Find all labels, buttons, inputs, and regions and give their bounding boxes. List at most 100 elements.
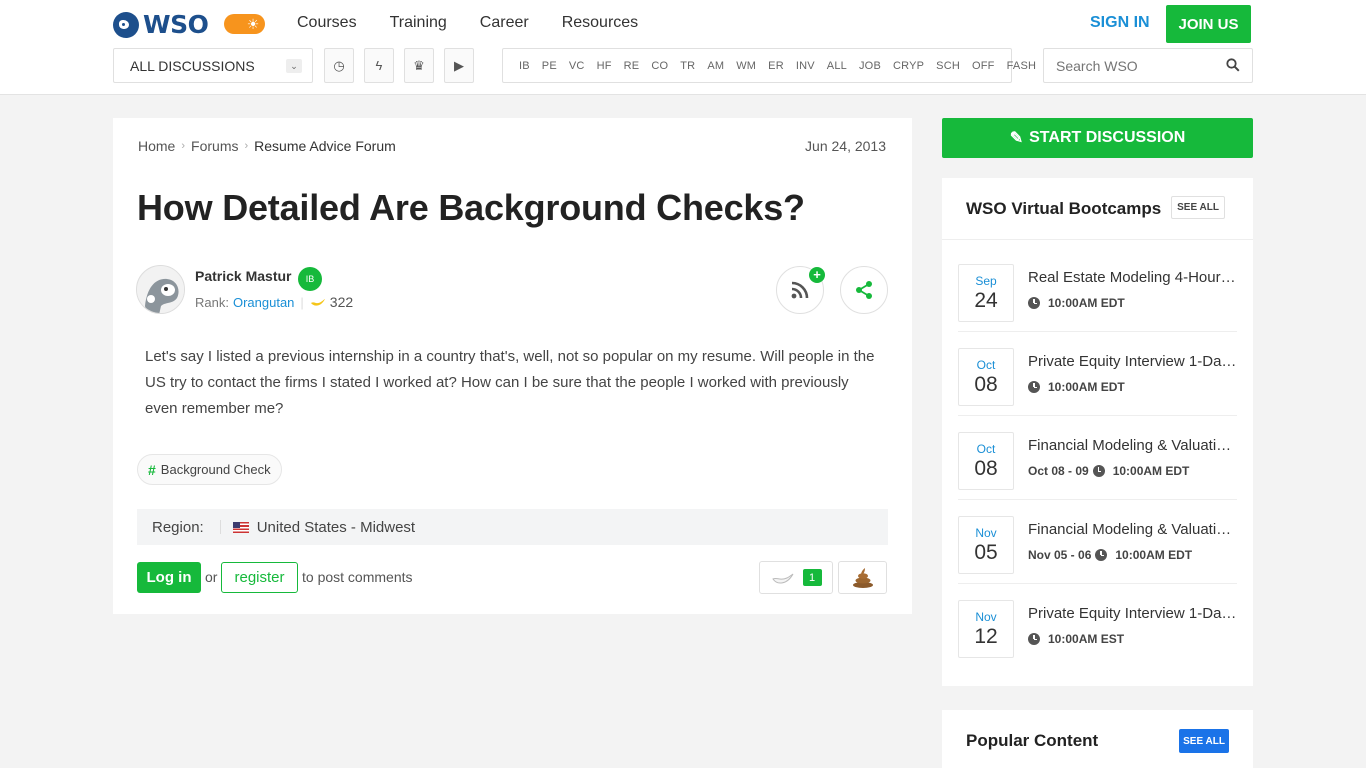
post-date: Jun 24, 2013 [805,138,886,154]
join-us-button[interactable]: JOIN US [1166,5,1251,43]
event-title[interactable]: Financial Modeling & Valuation 2-Day Boo… [1028,521,1238,538]
clock-icon [1028,633,1040,645]
video-icon[interactable]: ▶ [444,48,474,83]
category-vc[interactable]: VC [569,60,585,72]
author-rank: Rank: Orangutan | 322 [195,294,353,310]
category-hf[interactable]: HF [597,60,612,72]
tag-background-check[interactable]: # Background Check [137,454,282,485]
popular-see-all-button[interactable]: SEE ALL [1179,729,1229,753]
region-label: Region: [152,518,204,536]
category-am[interactable]: AM [707,60,724,72]
breadcrumb: Home › Forums › Resume Advice Forum [138,138,396,154]
event-item[interactable]: Oct 08 Financial Modeling & Valuation 2-… [958,416,1238,500]
chevron-down-icon: ⌄ [286,59,302,73]
breadcrumb-separator: › [244,140,249,152]
category-pe[interactable]: PE [542,60,557,72]
hashtag-icon: # [148,461,156,478]
clock-icon [1095,549,1108,561]
plus-icon: + [809,267,825,283]
bootcamps-see-all-button[interactable]: SEE ALL [1171,196,1225,219]
popular-content-card: Popular Content SEE ALL [942,710,1253,768]
search-input[interactable] [1056,57,1216,74]
author-avatar[interactable] [136,265,185,314]
event-date-range: Oct 08 - 09 [1028,464,1089,478]
category-cryp[interactable]: CRYP [893,60,924,72]
category-er[interactable]: ER [768,60,784,72]
nav-resources[interactable]: Resources [562,14,638,32]
start-discussion-button[interactable]: ✎ START DISCUSSION [942,118,1253,158]
category-off[interactable]: OFF [972,60,995,72]
nav-training[interactable]: Training [390,14,447,32]
discussion-filter-select[interactable]: ALL DISCUSSIONS ⌄ [113,48,313,83]
category-wm[interactable]: WM [736,60,756,72]
category-inv[interactable]: INV [796,60,815,72]
category-re[interactable]: RE [624,60,640,72]
post-card: Home › Forums › Resume Advice Forum Jun … [113,118,912,614]
event-date: Nov 12 [958,600,1014,658]
breadcrumb-forums[interactable]: Forums [191,138,238,154]
banana-points: 322 [329,294,354,310]
category-bar: IB PE VC HF RE CO TR AM WM ER INV ALL JO… [502,48,1036,83]
event-date: Oct 08 [958,348,1014,406]
event-item[interactable]: Oct 08 Private Equity Interview 1-Day Bo… [958,332,1238,416]
register-button[interactable]: register [221,562,298,593]
event-title[interactable]: Private Equity Interview 1-Day Bootcamp [1028,353,1238,370]
event-item[interactable]: Nov 05 Financial Modeling & Valuation 2-… [958,500,1238,584]
category-job[interactable]: JOB [859,60,881,72]
logo-text: WSO [143,10,209,39]
bolt-icon[interactable]: ϟ [364,48,394,83]
trophy-icon[interactable]: ♛ [404,48,434,83]
banana-vote-count: 1 [802,569,822,586]
banana-vote-button[interactable]: 1 [759,561,833,594]
main-nav: Courses Training Career Resources [297,14,671,32]
category-ib[interactable]: IB [519,60,530,72]
category-all[interactable]: ALL [827,60,847,72]
us-flag-icon [232,521,249,533]
sign-in-link[interactable]: SIGN IN [1090,14,1150,32]
author-name[interactable]: Patrick Mastur [195,268,291,284]
follow-rss-button[interactable]: + [776,266,825,314]
share-icon [856,281,872,299]
sun-icon: ☀ [246,16,260,32]
banana-outline-icon [771,573,793,583]
category-co[interactable]: CO [651,60,668,72]
event-item[interactable]: Sep 24 Real Estate Modeling 4-Hour Bootc… [958,248,1238,332]
pencil-icon: ✎ [1009,130,1024,147]
clock-icon [1028,297,1040,309]
breadcrumb-home[interactable]: Home [138,138,175,154]
event-time-value: 10:00AM EDT [1112,464,1190,478]
downvote-button[interactable] [838,561,887,594]
rank-value[interactable]: Orangutan [233,295,294,310]
category-fash[interactable]: FASH [1007,60,1037,72]
event-time: 10:00AM EDT [1028,380,1125,394]
breadcrumb-resume-advice[interactable]: Resume Advice Forum [254,138,396,154]
search-icon[interactable] [1226,58,1240,72]
login-button[interactable]: Log in [137,562,201,593]
region-divider [219,520,221,534]
event-item[interactable]: Nov 12 Private Equity Interview 1-Day Bo… [958,584,1238,668]
nav-career[interactable]: Career [480,14,529,32]
event-time: 10:00AM EDT [1028,296,1125,310]
theme-toggle[interactable]: ☀ [224,14,265,34]
rank-divider: | [300,294,304,310]
nav-courses[interactable]: Courses [297,14,357,32]
event-title[interactable]: Financial Modeling & Valuation 2-Day Boo… [1028,437,1238,454]
bootcamps-title: WSO Virtual Bootcamps [966,199,1162,218]
event-time-value: 10:00AM EDT [1115,548,1193,562]
search-box [1043,48,1253,83]
share-button[interactable] [840,266,888,314]
region-row: Region: United States - Midwest [137,509,888,545]
category-tr[interactable]: TR [680,60,695,72]
banana-icon [310,299,325,306]
clock-icon[interactable]: ◷ [324,48,354,83]
category-sch[interactable]: SCH [936,60,960,72]
event-title[interactable]: Real Estate Modeling 4-Hour Bootcamp [1028,269,1238,286]
event-date: Oct 08 [958,432,1014,490]
event-date: Sep 24 [958,264,1014,322]
quick-filter-icons: ◷ ϟ ♛ ▶ [324,48,474,83]
clock-icon [1028,381,1040,393]
event-month: Oct [976,442,996,456]
event-title[interactable]: Private Equity Interview 1-Day Bootcamp [1028,605,1238,622]
post-title: How Detailed Are Background Checks? [137,187,805,228]
wso-logo[interactable]: WSO [113,10,209,39]
